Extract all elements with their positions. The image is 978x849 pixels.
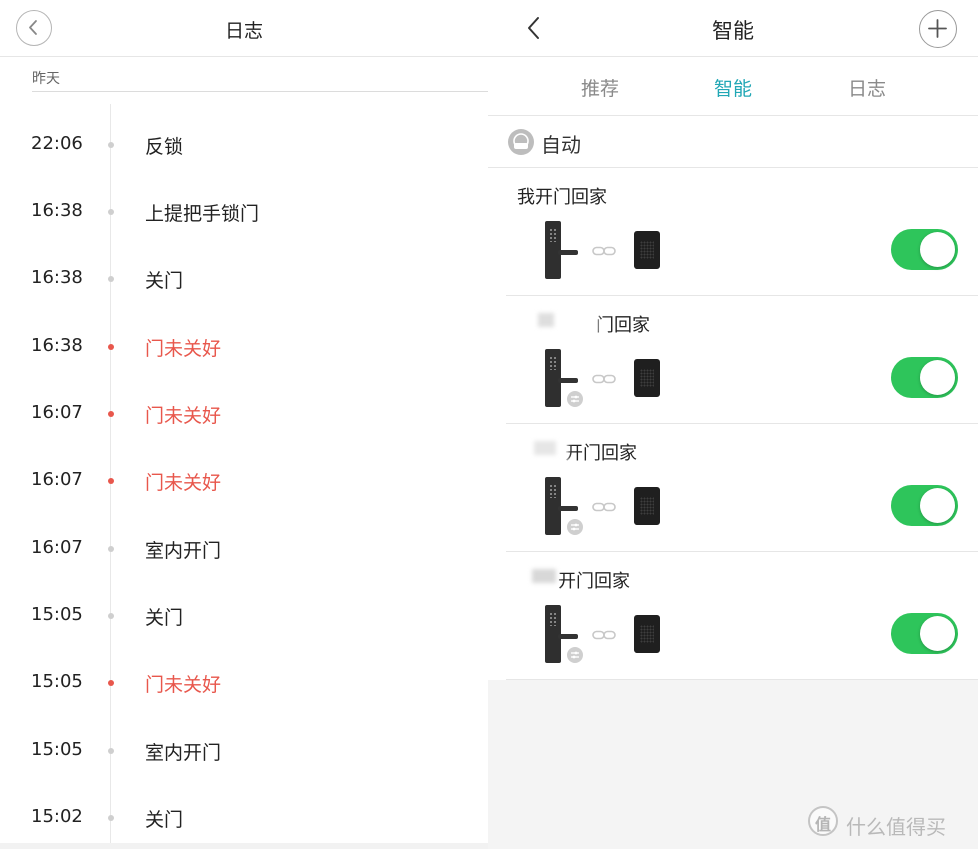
robot-icon bbox=[508, 129, 534, 155]
tab-log[interactable]: 日志 bbox=[848, 74, 886, 101]
tab-bar: 推荐 智能 日志 bbox=[488, 57, 978, 116]
watermark-text: 什么值得买 bbox=[846, 815, 946, 839]
log-entry: 16:07 门未关好 bbox=[0, 398, 488, 428]
redacted-mask bbox=[532, 569, 556, 583]
date-section-label: 昨天 bbox=[32, 71, 60, 87]
warning-dot-icon bbox=[108, 411, 114, 417]
link-icon bbox=[592, 370, 616, 389]
link-icon bbox=[592, 626, 616, 645]
automation-card[interactable]: 开门回家 bbox=[488, 424, 978, 552]
redacted-mask bbox=[538, 313, 554, 327]
automation-name: 开门回家 bbox=[565, 443, 637, 464]
divider bbox=[32, 91, 488, 92]
timeline-dot-icon bbox=[108, 276, 114, 282]
log-time: 16:38 bbox=[31, 200, 83, 221]
automation-name: 开门回家 bbox=[558, 571, 630, 592]
log-entry: 15:05 室内开门 bbox=[0, 735, 488, 765]
tab-smart[interactable]: 智能 bbox=[714, 74, 752, 101]
toggle-switch[interactable] bbox=[891, 357, 958, 398]
warning-dot-icon bbox=[108, 680, 114, 686]
automation-card[interactable]: 门回家 bbox=[488, 296, 978, 424]
lock-handle bbox=[558, 378, 578, 383]
timeline-dot-icon bbox=[108, 142, 114, 148]
log-event: 关门 bbox=[145, 607, 184, 629]
log-event-warning: 门未关好 bbox=[145, 405, 222, 427]
smart-panel: 智能 推荐 智能 日志 自动 我开门回家 门回家 开门回家 开门回家 bbox=[488, 0, 978, 849]
log-title: 日志 bbox=[224, 20, 263, 42]
log-time: 22:06 bbox=[31, 133, 83, 154]
log-event: 上提把手锁门 bbox=[145, 203, 260, 225]
settings-badge-icon bbox=[565, 517, 585, 537]
lock-handle bbox=[558, 634, 578, 639]
settings-badge-icon bbox=[565, 645, 585, 665]
gateway-speaker-icon bbox=[634, 231, 660, 269]
log-time: 15:02 bbox=[31, 806, 83, 827]
log-time: 15:05 bbox=[31, 604, 83, 625]
log-event-warning: 门未关好 bbox=[145, 674, 222, 696]
timeline-dot-icon bbox=[108, 546, 114, 552]
log-entry: 16:38 上提把手锁门 bbox=[0, 196, 488, 226]
lock-handle bbox=[558, 250, 578, 255]
log-entry: 22:06 反锁 bbox=[0, 129, 488, 159]
log-header: 日志 bbox=[0, 0, 488, 57]
redacted-mask bbox=[534, 441, 556, 455]
automation-list: 我开门回家 门回家 开门回家 开门回家 bbox=[488, 168, 978, 680]
log-event: 关门 bbox=[145, 809, 184, 831]
settings-badge-icon bbox=[565, 389, 585, 409]
gateway-speaker-icon bbox=[634, 615, 660, 653]
plus-icon[interactable] bbox=[919, 10, 957, 48]
gateway-speaker-icon bbox=[634, 487, 660, 525]
log-entry: 15:02 关门 bbox=[0, 802, 488, 832]
toggle-switch[interactable] bbox=[891, 485, 958, 526]
log-event-warning: 门未关好 bbox=[145, 472, 222, 494]
log-entry: 15:05 门未关好 bbox=[0, 667, 488, 697]
toggle-switch[interactable] bbox=[891, 613, 958, 654]
log-event: 室内开门 bbox=[145, 540, 222, 562]
log-entry: 16:07 室内开门 bbox=[0, 533, 488, 563]
link-icon bbox=[592, 242, 616, 261]
log-time: 16:07 bbox=[31, 469, 83, 490]
smart-header: 智能 bbox=[488, 0, 978, 57]
log-event: 室内开门 bbox=[145, 742, 222, 764]
automation-card[interactable]: 我开门回家 bbox=[488, 168, 978, 296]
watermark-logo-icon: 值 bbox=[808, 806, 838, 836]
link-icon bbox=[592, 498, 616, 517]
automation-card[interactable]: 开门回家 bbox=[488, 552, 978, 680]
toggle-switch[interactable] bbox=[891, 229, 958, 270]
log-time: 15:05 bbox=[31, 671, 83, 692]
gateway-speaker-icon bbox=[634, 359, 660, 397]
section-title: 自动 bbox=[541, 133, 581, 157]
timeline-dot-icon bbox=[108, 209, 114, 215]
log-time: 16:38 bbox=[31, 267, 83, 288]
log-event-warning: 门未关好 bbox=[145, 338, 222, 360]
log-time: 16:38 bbox=[31, 335, 83, 356]
warning-dot-icon bbox=[108, 478, 114, 484]
log-time: 15:05 bbox=[31, 739, 83, 760]
bottom-edge bbox=[0, 843, 488, 849]
automation-name: 门回家 bbox=[596, 315, 650, 336]
log-event: 反锁 bbox=[145, 136, 184, 158]
warning-dot-icon bbox=[108, 344, 114, 350]
log-time: 16:07 bbox=[31, 402, 83, 423]
log-panel: 日志 昨天 22:06 反锁 16:38 上提把手锁门 16:38 关门 16:… bbox=[0, 0, 488, 849]
automation-name: 我开门回家 bbox=[517, 187, 607, 208]
lock-handle bbox=[558, 506, 578, 511]
log-entry: 16:38 门未关好 bbox=[0, 331, 488, 361]
log-entry: 16:07 门未关好 bbox=[0, 465, 488, 495]
watermark-logo-text: 值 bbox=[814, 815, 831, 834]
watermark: 值 什么值得买 bbox=[808, 805, 978, 841]
timeline-dot-icon bbox=[108, 613, 114, 619]
smart-title: 智能 bbox=[712, 19, 754, 43]
divider bbox=[506, 679, 978, 680]
log-entry: 15:05 关门 bbox=[0, 600, 488, 630]
tab-recommend[interactable]: 推荐 bbox=[581, 74, 619, 101]
auto-section-header: 自动 bbox=[488, 116, 978, 168]
timeline-dot-icon bbox=[108, 815, 114, 821]
log-event: 关门 bbox=[145, 270, 184, 292]
timeline-dot-icon bbox=[108, 748, 114, 754]
log-time: 16:07 bbox=[31, 537, 83, 558]
log-entry: 16:38 关门 bbox=[0, 263, 488, 293]
